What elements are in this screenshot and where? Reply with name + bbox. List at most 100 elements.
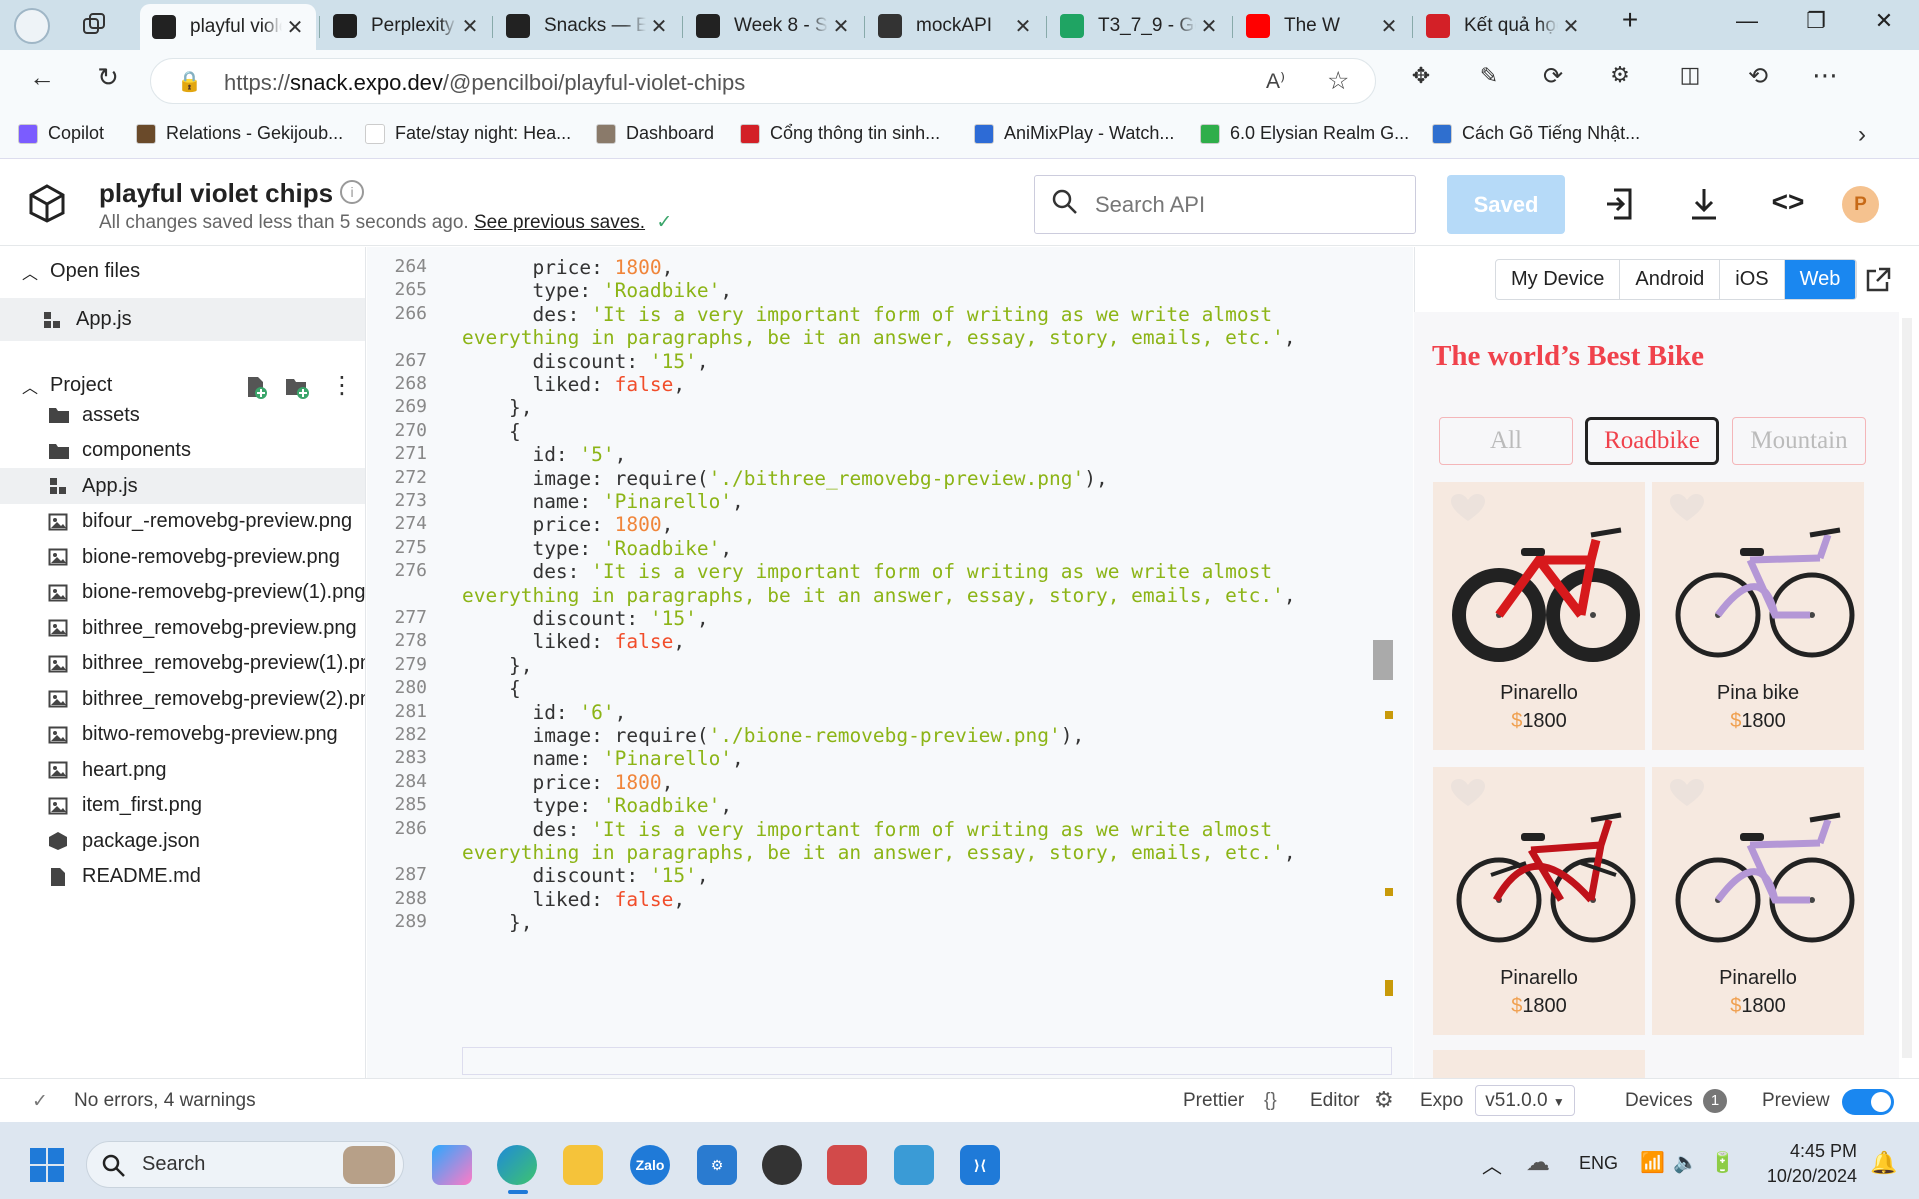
open-files-section-header[interactable]: ︿ Open files — [0, 250, 365, 293]
sdk-version-select[interactable]: v51.0.0 ▼ — [1475, 1085, 1575, 1116]
close-tab-icon[interactable]: ✕ — [457, 14, 483, 39]
notifications-bell-icon[interactable]: 🔔 — [1870, 1150, 1897, 1176]
file-item-bifour-removebg-preview-png[interactable]: bifour_-removebg-preview.png — [0, 504, 365, 540]
code-line[interactable]: { — [462, 420, 521, 443]
file-item-bithree-removebg-preview-png[interactable]: bithree_removebg-preview.png — [0, 610, 365, 646]
new-file-icon[interactable] — [244, 375, 268, 399]
more-vertical-icon[interactable]: ⋮ — [330, 371, 354, 400]
code-line[interactable]: discount: '15', — [462, 607, 708, 630]
maximize-button[interactable]: ❐ — [1796, 8, 1836, 34]
product-card-partial[interactable] — [1433, 1050, 1645, 1078]
code-line[interactable]: price: 1800, — [462, 771, 673, 794]
file-item-package-json[interactable]: package.json — [0, 823, 365, 859]
code-line[interactable]: type: 'Roadbike', — [462, 537, 732, 560]
file-item-components[interactable]: components — [0, 433, 365, 469]
code-line[interactable]: liked: false, — [462, 888, 685, 911]
code-line[interactable]: everything in paragraphs, be it an answe… — [462, 841, 1296, 864]
preview-scrollbar[interactable] — [1902, 318, 1912, 1058]
close-tab-icon[interactable]: ✕ — [646, 14, 672, 39]
vscode-app-icon[interactable]: ⟩⟨ — [960, 1145, 1000, 1185]
language-indicator[interactable]: ENG — [1579, 1153, 1618, 1174]
address-bar[interactable]: 🔒 https://snack.expo.dev/@pencilboi/play… — [150, 58, 1376, 104]
obs-app-icon[interactable] — [762, 1145, 802, 1185]
close-window-button[interactable]: ✕ — [1864, 8, 1904, 34]
code-line[interactable]: image: require('./bione-removebg-preview… — [462, 724, 1084, 747]
tray-overflow-chevron-icon[interactable]: ︿ — [1482, 1150, 1502, 1179]
heart-icon[interactable] — [1451, 494, 1485, 522]
browser-tab-the-w[interactable]: The W ✕ — [1234, 6, 1410, 46]
close-tab-icon[interactable]: ✕ — [1376, 14, 1402, 39]
prettier-label[interactable]: Prettier — [1183, 1090, 1244, 1112]
file-item-bione-removebg-preview-1-png[interactable]: bione-removebg-preview(1).png — [0, 575, 365, 611]
product-card[interactable]: Pinarello $1800 — [1652, 767, 1864, 1035]
extensions-icon[interactable]: ⚙ — [1600, 62, 1640, 88]
search-api-input[interactable]: Search API — [1034, 175, 1416, 234]
browser-tab-perplexity[interactable]: Perplexity ✕ — [321, 6, 491, 46]
previous-saves-link[interactable]: See previous saves. — [474, 212, 645, 233]
code-line[interactable]: des: 'It is a very important form of wri… — [462, 560, 1272, 583]
preview-toggle[interactable] — [1842, 1089, 1894, 1115]
code-line[interactable]: id: '5', — [462, 443, 626, 466]
code-line[interactable]: discount: '15', — [462, 350, 708, 373]
clock-time[interactable]: 4:45 PM — [1783, 1141, 1857, 1162]
editor-settings-label[interactable]: Editor — [1310, 1090, 1360, 1112]
saved-button[interactable]: Saved — [1447, 175, 1565, 234]
problems-status[interactable]: No errors, 4 warnings — [74, 1090, 256, 1112]
copilot-app-icon[interactable] — [432, 1145, 472, 1185]
code-line[interactable]: price: 1800, — [462, 513, 673, 536]
heart-icon[interactable] — [1670, 779, 1704, 807]
new-tab-button[interactable]: + — [1610, 4, 1650, 36]
code-line[interactable]: des: 'It is a very important form of wri… — [462, 303, 1272, 326]
close-tab-icon[interactable]: ✕ — [1196, 14, 1222, 39]
read-aloud-icon[interactable]: A⁾ — [1266, 69, 1285, 94]
code-line[interactable]: { — [462, 677, 521, 700]
close-tab-icon[interactable]: ✕ — [1558, 14, 1584, 39]
split-screen-icon[interactable]: ◫ — [1670, 62, 1710, 88]
favorite-star-icon[interactable]: ☆ — [1327, 66, 1349, 96]
close-tab-icon[interactable]: ✕ — [1010, 14, 1036, 39]
sync-icon[interactable]: ⟳ — [1533, 62, 1573, 91]
open-external-icon[interactable] — [1864, 266, 1892, 294]
code-line[interactable]: name: 'Pinarello', — [462, 490, 743, 513]
browser-tab-t3-7-9-google-drive[interactable]: T3_7_9 - Google Drive✕ — [1048, 6, 1230, 46]
project-title[interactable]: playful violet chips — [99, 178, 333, 209]
avatar[interactable]: P — [1842, 186, 1879, 223]
download-icon[interactable] — [1686, 186, 1722, 222]
code-line[interactable]: }, — [462, 396, 533, 419]
bookmark-c-ch-g-ti-ng-nh-t[interactable]: Cách Gõ Tiếng Nhật... — [1432, 123, 1640, 144]
device-tab-ios[interactable]: iOS — [1720, 260, 1785, 299]
snipping-tool-icon[interactable] — [827, 1145, 867, 1185]
history-icon[interactable]: ⟲ — [1738, 62, 1778, 91]
windows-start-icon[interactable] — [30, 1148, 64, 1182]
file-item-app-js[interactable]: App.js — [0, 468, 365, 504]
code-line[interactable]: type: 'Roadbike', — [462, 794, 732, 817]
bookmark-relations-gekijoub[interactable]: Relations - Gekijoub... — [136, 123, 343, 144]
info-icon[interactable]: i — [340, 180, 364, 204]
filter-roadbike-button[interactable]: Roadbike — [1585, 417, 1719, 465]
clock-date[interactable]: 10/20/2024 — [1763, 1166, 1857, 1187]
open-file-item[interactable]: App.js — [0, 298, 365, 341]
filter-all-button[interactable]: All — [1439, 417, 1573, 465]
file-item-bithree-removebg-preview-1-png[interactable]: bithree_removebg-preview(1).png — [0, 646, 365, 682]
code-line[interactable]: liked: false, — [462, 373, 685, 396]
url-text[interactable]: https://snack.expo.dev/@pencilboi/playfu… — [224, 70, 745, 96]
code-line[interactable]: des: 'It is a very important form of wri… — [462, 818, 1272, 841]
onedrive-cloud-icon[interactable]: ☁ — [1526, 1148, 1550, 1177]
close-tab-icon[interactable]: ✕ — [828, 14, 854, 39]
file-item-assets[interactable]: assets — [0, 397, 365, 433]
bookmark-dashboard[interactable]: Dashboard — [596, 123, 714, 144]
browser-tab-playful-violet-chips[interactable]: playful violet chips✕ — [140, 4, 316, 50]
bookmark-animixplay-watch[interactable]: AniMixPlay - Watch... — [974, 123, 1174, 144]
code-line[interactable]: name: 'Pinarello', — [462, 747, 743, 770]
file-item-heart-png[interactable]: heart.png — [0, 752, 365, 788]
bookmark-fate-stay-night-hea[interactable]: Fate/stay night: Hea... — [365, 123, 571, 144]
file-explorer-icon[interactable] — [563, 1145, 603, 1185]
code-line[interactable]: type: 'Roadbike', — [462, 279, 732, 302]
bookmarks-overflow-chevron-icon[interactable]: › — [1858, 121, 1866, 149]
code-line[interactable]: everything in paragraphs, be it an answe… — [462, 326, 1296, 349]
device-tab-android[interactable]: Android — [1620, 260, 1721, 299]
gear-app-icon[interactable]: ⚙ — [697, 1145, 737, 1185]
browser-tab-snacks-expo[interactable]: Snacks — Expo✕ — [494, 6, 680, 46]
workspaces-icon[interactable] — [14, 8, 50, 44]
file-item-item-first-png[interactable]: item_first.png — [0, 788, 365, 824]
